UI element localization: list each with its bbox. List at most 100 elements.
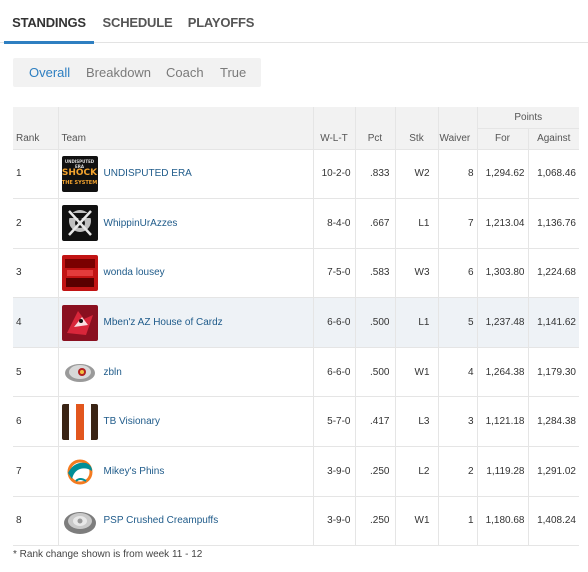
table-row: 5 zbln 6-6-0 .500 W1 4 1,264.38 1,179.30 — [13, 347, 579, 398]
wlt-cell: 8-4-0 — [312, 198, 355, 249]
team-cell: Mben'z AZ House of Cardz — [57, 297, 313, 348]
column-header-waiver[interactable]: Waiver — [437, 128, 477, 150]
table-row: 3 wonda lousey 7-5-0 .583 W3 6 1,303.80 … — [13, 248, 579, 299]
team-cell: WhippinUrAzzes — [57, 198, 313, 249]
waiver-cell: 2 — [437, 446, 477, 497]
rank-cell: 1 — [13, 149, 58, 200]
tab-schedule[interactable]: SCHEDULE — [100, 0, 175, 43]
points-for-cell: 1,237.48 — [476, 297, 528, 348]
rank-cell: 8 — [13, 496, 58, 547]
logo-text-bottom: THE SYSTEM — [61, 179, 98, 186]
team-name-link[interactable]: Mben'z AZ House of Cardz — [104, 317, 223, 328]
team-name-link[interactable]: PSP Crushed Creampuffs — [104, 515, 219, 526]
points-for-cell: 1,180.68 — [476, 496, 528, 547]
cardinals-logo[interactable] — [61, 304, 98, 341]
points-for-cell: 1,303.80 — [476, 248, 528, 299]
subtab-coach[interactable]: Coach — [166, 58, 204, 87]
table-row-highlighted: 4 Mben'z AZ House of Cardz 6-6-0 .500 L1… — [13, 297, 579, 348]
wlt-cell: 3-9-0 — [312, 446, 355, 497]
table-row: 8 PSP Crushed Creampuffs 3-9-0 .250 W1 1… — [13, 496, 579, 547]
tab-playoffs[interactable]: PLAYOFFS — [186, 0, 256, 43]
undisputed-era-logo[interactable]: UNDISPUTED ERA SHOCK THE SYSTEM — [61, 155, 98, 192]
team-name-link[interactable]: WhippinUrAzzes — [104, 218, 178, 229]
waiver-cell: 3 — [437, 396, 477, 448]
points-for-cell: 1,264.38 — [476, 347, 528, 398]
rank-cell: 6 — [13, 396, 58, 448]
column-header-pct[interactable]: Pct — [354, 128, 395, 150]
subtab-breakdown[interactable]: Breakdown — [86, 58, 151, 87]
waiver-cell: 8 — [437, 149, 477, 200]
waiver-cell: 6 — [437, 248, 477, 299]
team-cell: TB Visionary — [57, 396, 313, 448]
pct-cell: .667 — [354, 198, 395, 249]
points-against-cell: 1,141.62 — [527, 297, 579, 348]
team-cell: UNDISPUTED ERA SHOCK THE SYSTEM UNDISPUT… — [57, 149, 313, 200]
team-name-link[interactable]: wonda lousey — [104, 267, 165, 278]
points-against-cell: 1,291.02 — [527, 446, 579, 497]
points-for-cell: 1,213.04 — [476, 198, 528, 249]
championship-ring-logo[interactable] — [61, 502, 98, 539]
streak-cell: W1 — [394, 347, 438, 398]
column-header-for[interactable]: For — [476, 128, 528, 150]
table-row: 6 TB Visionary 5-7-0 .417 L3 3 1,121.18 … — [13, 396, 579, 448]
points-against-cell: 1,068.46 — [527, 149, 579, 200]
table-row: 2 WhippinUrAzzes 8-4-0 .667 L1 7 1,213.0… — [13, 198, 579, 249]
column-header-stk[interactable]: Stk — [394, 128, 438, 150]
wlt-cell: 7-5-0 — [312, 248, 355, 299]
points-against-cell: 1,408.24 — [527, 496, 579, 547]
wlt-cell: 10-2-0 — [312, 149, 355, 200]
points-group-header: Points — [476, 107, 579, 129]
logo-text-middle: SHOCK — [61, 167, 98, 178]
column-header-against[interactable]: Against — [527, 128, 579, 150]
pct-cell: .250 — [354, 446, 395, 497]
browns-stripes-logo[interactable] — [61, 403, 98, 440]
team-name-link[interactable]: Mikey's Phins — [104, 466, 165, 477]
team-cell: zbln — [57, 347, 313, 398]
pct-cell: .583 — [354, 248, 395, 299]
waiver-cell: 5 — [437, 297, 477, 348]
red-text-logo[interactable] — [61, 254, 98, 291]
column-header-rank[interactable]: Rank — [13, 128, 58, 150]
tab-standings[interactable]: STANDINGS — [4, 0, 94, 44]
points-against-cell: 1,224.68 — [527, 248, 579, 299]
dolphins-logo[interactable] — [61, 453, 98, 490]
rank-cell: 5 — [13, 347, 58, 398]
ring-logo[interactable] — [61, 354, 98, 391]
subtab-true[interactable]: True — [220, 58, 246, 87]
team-name-link[interactable]: UNDISPUTED ERA — [104, 168, 192, 179]
wlt-cell: 6-6-0 — [312, 347, 355, 398]
table-row: 7 Mikey's Phins 3-9-0 .250 L2 2 1,119.28… — [13, 446, 579, 497]
table-row: 1 UNDISPUTED ERA SHOCK THE SYSTEM UNDISP… — [13, 149, 579, 200]
wlt-cell: 5-7-0 — [312, 396, 355, 448]
raiders-logo[interactable] — [61, 205, 98, 242]
team-cell: Mikey's Phins — [57, 446, 313, 497]
points-for-cell: 1,119.28 — [476, 446, 528, 497]
pct-cell: .500 — [354, 297, 395, 348]
pct-cell: .417 — [354, 396, 395, 448]
team-name-link[interactable]: zbln — [104, 367, 122, 378]
rank-cell: 4 — [13, 297, 58, 348]
waiver-cell: 4 — [437, 347, 477, 398]
streak-cell: W1 — [394, 496, 438, 547]
pct-cell: .500 — [354, 347, 395, 398]
team-name-link[interactable]: TB Visionary — [104, 416, 161, 427]
team-cell: wonda lousey — [57, 248, 313, 299]
streak-cell: L1 — [394, 198, 438, 249]
rank-cell: 3 — [13, 248, 58, 299]
waiver-cell: 7 — [437, 198, 477, 249]
table-header-row: Rank Team W-L-T Pct Stk Waiver For Again… — [13, 128, 579, 150]
points-against-cell: 1,284.38 — [527, 396, 579, 448]
rank-cell: 2 — [13, 198, 58, 249]
streak-cell: L2 — [394, 446, 438, 497]
streak-cell: L3 — [394, 396, 438, 448]
streak-cell: W2 — [394, 149, 438, 200]
column-header-team[interactable]: Team — [57, 128, 313, 150]
column-header-wlt[interactable]: W-L-T — [312, 128, 355, 150]
subtab-overall[interactable]: Overall — [29, 58, 70, 87]
standings-tab-bar: STANDINGS SCHEDULE PLAYOFFS — [0, 0, 588, 44]
pct-cell: .833 — [354, 149, 395, 200]
points-against-cell: 1,179.30 — [527, 347, 579, 398]
pct-cell: .250 — [354, 496, 395, 547]
streak-cell: W3 — [394, 248, 438, 299]
waiver-cell: 1 — [437, 496, 477, 547]
